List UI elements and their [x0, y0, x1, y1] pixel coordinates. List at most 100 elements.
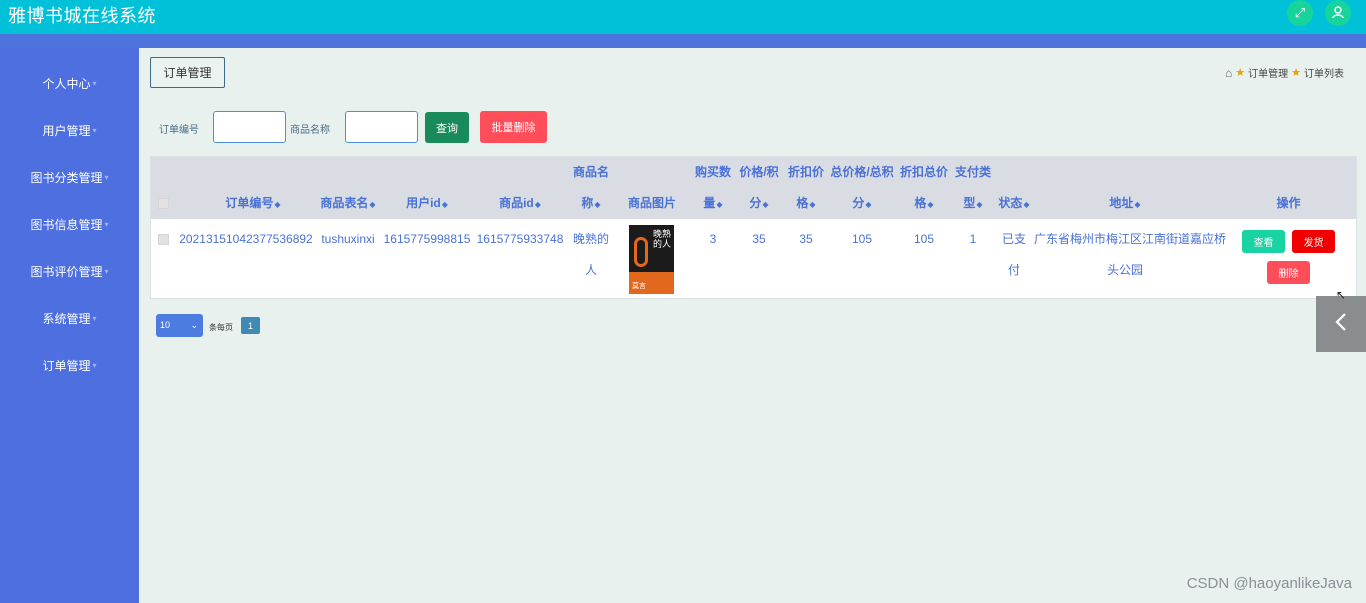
sort-icon: ◆: [441, 200, 448, 209]
sidebar-item-book-review[interactable]: 图书评价管理 ▾: [0, 260, 139, 284]
column-header-price-line1: 价格/积: [739, 165, 779, 179]
column-header-quantity[interactable]: 量◆: [691, 188, 735, 220]
star-icon: ★: [1235, 67, 1246, 79]
mouse-cursor-icon: ↖: [1336, 288, 1347, 302]
sort-icon: ◆: [716, 200, 723, 209]
orders-table: 订单编号◆ 商品表名◆ 用户id◆ 商品id◆ 商品名 称◆ 商品图片 购买数 …: [150, 156, 1357, 299]
cell-price: 35: [752, 232, 766, 246]
cell-total-price: 105: [851, 232, 873, 246]
column-header-goods-id[interactable]: 商品id◆: [473, 188, 567, 220]
row-checkbox[interactable]: [158, 234, 169, 245]
page-size-value: 10: [160, 320, 171, 330]
cell-table-name: tushuxinxi: [321, 232, 375, 246]
column-header-goods-name-line1: 商品名: [572, 165, 609, 179]
sort-icon: ◆: [1023, 200, 1030, 209]
column-header-total-price[interactable]: 分◆: [828, 188, 896, 220]
caret-down-icon: ▾: [92, 79, 97, 88]
sort-icon: ◆: [927, 200, 934, 209]
query-button[interactable]: 查询: [425, 112, 469, 143]
cell-user-id: 1615775998815: [383, 232, 471, 246]
breadcrumb: ⌂ ★ 订单管理 ★ 订单列表: [1225, 65, 1344, 81]
sidebar: 个人中心 ▾ 用户管理 ▾ 图书分类管理 ▾ 图书信息管理 ▾ 图书评价管理 ▾ 系统管理…: [0, 48, 139, 603]
sidebar-item-label: 系统管理: [42, 312, 91, 326]
order-no-label: 订单编号: [159, 125, 199, 136]
caret-down-icon: ▾: [92, 126, 97, 135]
cell-quantity: 3: [709, 232, 717, 246]
sidebar-item-book-category[interactable]: 图书分类管理 ▾: [0, 166, 139, 190]
top-bar: 雅博书城在线系统 ⤢: [0, 0, 1366, 34]
caret-down-icon: ▾: [104, 173, 109, 182]
column-header-pay-type[interactable]: 型◆: [952, 188, 994, 220]
expand-icon: ⤢: [1294, 5, 1306, 20]
star-icon: ★: [1291, 67, 1301, 79]
sort-icon: ◆: [865, 200, 872, 209]
collapse-tab[interactable]: [1316, 296, 1366, 352]
delete-button[interactable]: 删除: [1267, 261, 1310, 284]
user-button[interactable]: [1325, 0, 1351, 26]
view-button[interactable]: 查看: [1242, 230, 1285, 253]
column-header-goods-name[interactable]: 称◆: [567, 188, 615, 220]
goods-image[interactable]: 晚熟的人 莫言: [629, 225, 674, 294]
column-header-discount-price-line1: 折扣价: [787, 165, 824, 179]
cell-address-line1: 广东省梅州市梅江区江南街道嘉应桥: [1034, 232, 1227, 246]
sort-icon: ◆: [534, 200, 541, 209]
sidebar-item-label: 订单管理: [42, 359, 91, 373]
column-header-discount-price[interactable]: 格◆: [784, 188, 828, 220]
sort-icon: ◆: [369, 200, 376, 209]
cell-discount-total: 105: [913, 232, 935, 246]
sidebar-item-system[interactable]: 系统管理 ▾: [0, 307, 139, 331]
column-header-discount-total-line1: 折扣总价: [899, 165, 948, 179]
sidebar-item-label: 图书信息管理: [30, 218, 103, 232]
sort-icon: ◆: [809, 200, 816, 209]
breadcrumb-item[interactable]: 订单管理: [1248, 65, 1288, 80]
watermark: CSDN @haoyanlikeJava: [1186, 575, 1352, 592]
column-header-order-no[interactable]: 订单编号◆: [176, 188, 330, 220]
cell-goods-id: 1615775933748: [476, 232, 564, 246]
goods-name-input[interactable]: [345, 111, 418, 143]
column-header-table-name[interactable]: 商品表名◆: [317, 188, 379, 220]
cell-address-line2: 头公园: [1106, 263, 1143, 277]
column-header-address[interactable]: 地址◆: [1034, 188, 1216, 220]
column-header-total-price-line1: 总价格/总积: [830, 165, 894, 179]
column-header-status[interactable]: 状态◆: [994, 188, 1034, 220]
column-header-goods-image: 商品图片: [627, 196, 676, 210]
column-header-pay-type-line1: 支付类: [954, 165, 991, 179]
sidebar-item-orders[interactable]: 订单管理 ▾: [0, 354, 139, 378]
order-no-input[interactable]: [213, 111, 286, 143]
caret-down-icon: ▾: [92, 314, 97, 323]
sidebar-item-label: 图书评价管理: [30, 265, 103, 279]
column-header-user-id[interactable]: 用户id◆: [380, 188, 474, 220]
sidebar-item-personal-center[interactable]: 个人中心 ▾: [0, 72, 139, 96]
cell-order-no: 20213151042377536892: [179, 232, 313, 246]
column-header-actions: 操作: [1276, 196, 1301, 210]
book-cover-graphic: [634, 237, 648, 267]
sidebar-item-label: 个人中心: [42, 77, 91, 91]
fullscreen-button[interactable]: ⤢: [1287, 0, 1313, 26]
select-all-checkbox[interactable]: [158, 198, 169, 209]
sidebar-item-user-management[interactable]: 用户管理 ▾: [0, 119, 139, 143]
cell-pay-type: 1: [969, 232, 977, 246]
home-icon[interactable]: ⌂: [1225, 66, 1232, 80]
caret-down-icon: ▾: [104, 267, 109, 276]
table-header: 订单编号◆ 商品表名◆ 用户id◆ 商品id◆ 商品名 称◆ 商品图片 购买数 …: [151, 157, 1356, 219]
batch-delete-button[interactable]: 批量删除: [480, 111, 547, 143]
ship-button[interactable]: 发货: [1292, 230, 1335, 253]
app-title: 雅博书城在线系统: [8, 6, 156, 26]
column-header-price[interactable]: 分◆: [736, 188, 782, 220]
sidebar-item-book-info[interactable]: 图书信息管理 ▾: [0, 213, 139, 237]
sidebar-item-label: 用户管理: [42, 124, 91, 138]
page-size-select[interactable]: 10 ⌄: [156, 314, 203, 337]
per-page-label: 条每页: [209, 323, 233, 332]
chevron-left-icon: [1334, 312, 1348, 337]
page-tag[interactable]: 订单管理: [150, 57, 225, 88]
sort-icon: ◆: [1134, 200, 1141, 209]
cell-status-line1: 已支: [1001, 232, 1026, 246]
column-header-discount-total[interactable]: 格◆: [898, 188, 950, 220]
cell-discount-price: 35: [799, 232, 813, 246]
sort-icon: ◆: [594, 200, 601, 209]
cell-goods-name-line1: 晚熟的: [572, 232, 609, 246]
page-number-button[interactable]: 1: [241, 317, 260, 334]
user-icon: [1331, 5, 1345, 22]
book-cover-author: 莫言: [632, 283, 646, 290]
caret-down-icon: ▾: [92, 361, 97, 370]
